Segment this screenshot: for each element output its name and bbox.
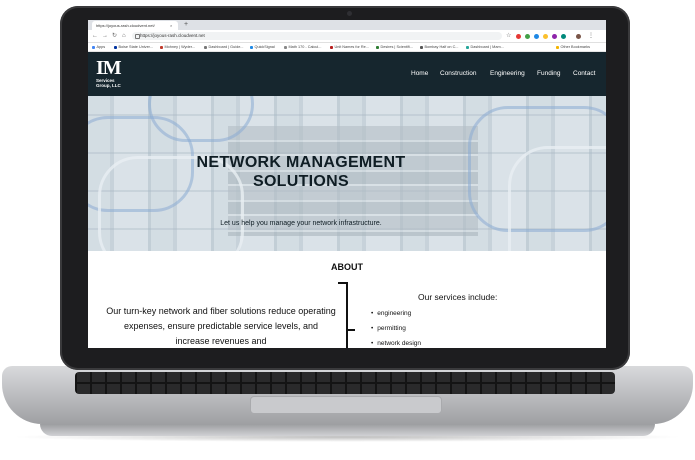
extension-icon[interactable] [561,34,566,39]
bookmark-item[interactable]: Desires | Scientifi... [376,43,413,51]
bookmark-item[interactable]: QuickSignal [250,43,275,51]
bookmark-item[interactable]: Dashboard | Mam... [466,43,504,51]
bookmark-item[interactable]: Math 170 - Calcul... [284,43,322,51]
list-item: permitting [371,321,421,336]
lock-icon[interactable] [135,34,140,39]
browser-tab-bar: https://joyous-rash.cloudvent.net/ × + [88,20,606,30]
logo[interactable]: IM [96,58,122,78]
divider [346,282,348,348]
about-heading: ABOUT [331,262,363,272]
services-list: engineering permitting network design [371,306,421,348]
laptop-trackpad [250,396,442,414]
nav-link-contact[interactable]: Contact [573,52,595,96]
hero-subtitle: Let us help you manage your network infr… [220,220,382,227]
divider [346,329,355,331]
extension-icon[interactable] [552,34,557,39]
logo-subtitle: Services Group, LLC [96,78,121,88]
bookmark-item[interactable]: Boise State Univer... [114,43,153,51]
nav-link-engineering[interactable]: Engineering [490,52,525,96]
laptop-base-front [40,424,655,436]
laptop-keyboard [75,372,615,394]
browser-toolbar: ← → ↻ ⌂ https://joyous-rash.cloudvent.ne… [88,30,606,43]
nav-link-construction[interactable]: Construction [440,52,477,96]
menu-icon[interactable]: ⋮ [588,30,594,42]
address-bar-url: https://joyous-rash.cloudvent.net [140,33,205,38]
laptop-screen: https://joyous-rash.cloudvent.net/ × + ←… [88,20,606,348]
services-heading: Our services include: [418,292,498,302]
address-bar[interactable]: https://joyous-rash.cloudvent.net [132,32,502,40]
back-icon[interactable]: ← [92,30,98,42]
bookmark-item[interactable]: Dashboard | Guide... [204,43,244,51]
site-header: IM Services Group, LLC Home Construction… [88,52,606,96]
extension-icon[interactable] [534,34,539,39]
new-tab-button[interactable]: + [184,20,188,30]
hero-title: NETWORK MANAGEMENT SOLUTIONS [196,154,406,190]
bookmark-item[interactable]: Bombay Half on C... [420,43,459,51]
nav-link-funding[interactable]: Funding [537,52,561,96]
extension-icon[interactable] [543,34,548,39]
tab-close-icon[interactable]: × [170,21,172,30]
reload-icon[interactable]: ↻ [112,30,117,42]
camera-icon [347,11,352,16]
bookmarks-bar: Apps Boise State Univer... Mohney | Wyde… [88,43,606,52]
hero-banner: NETWORK MANAGEMENT SOLUTIONS Let us help… [88,96,606,251]
browser-tab-title: https://joyous-rash.cloudvent.net/ [96,23,155,28]
list-item: engineering [371,306,421,321]
bookmark-item[interactable]: Other Bookmarks [556,43,591,51]
avatar[interactable] [576,34,581,39]
bookmark-item[interactable]: Apps [92,43,106,51]
bookmark-star-icon[interactable]: ☆ [506,30,511,42]
nav-link-home[interactable]: Home [411,52,428,96]
bookmark-item[interactable]: Unit Names for Re... [330,43,369,51]
browser-tab[interactable]: https://joyous-rash.cloudvent.net/ [92,21,178,30]
bookmark-item[interactable]: Mohney | Wyder... [160,43,196,51]
extension-icon[interactable] [525,34,530,39]
extension-icon[interactable] [516,34,521,39]
about-text: Our turn-key network and fiber solutions… [106,306,336,346]
forward-icon[interactable]: → [102,30,108,42]
home-icon[interactable]: ⌂ [122,30,126,42]
list-item: network design [371,336,421,348]
